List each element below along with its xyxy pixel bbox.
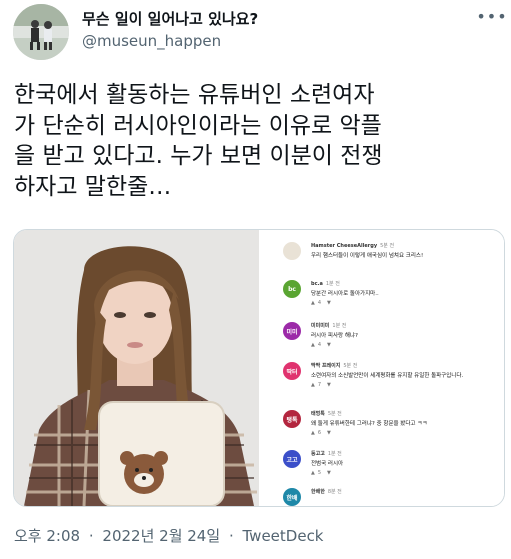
commenter-name: Hamster CheeseAllergy (311, 243, 378, 249)
comment-text: 당분간 러시아로 돌아가지마.. (311, 291, 379, 297)
like-icon: ▲ (311, 470, 315, 476)
comment-time: 8분 전 (327, 489, 342, 495)
commenter-name: 한배한 (311, 489, 325, 495)
comment-time: 1분 전 (325, 281, 340, 287)
like-icon: ▲ (311, 430, 315, 436)
like-count: 4 (317, 300, 322, 306)
commenter-name: 딱딱 프레이지 (311, 363, 341, 369)
tweet-timestamp: 오후 2:08 · 2022년 2월 24일 · TweetDeck (14, 525, 324, 546)
like-count: 4 (317, 342, 322, 348)
tweet-source-link[interactable]: TweetDeck (243, 527, 324, 545)
commenter-avatar: 탱톡 (283, 410, 301, 428)
tweet-media[interactable]: Hamster CheeseAllergy 5분 전 우리 햄스터들이 이렇게 애국… (13, 229, 505, 507)
commenter-avatar-icon (283, 242, 301, 260)
dislike-icon: ▼ (327, 430, 331, 436)
commenter-name-row: 태멍톡 5분 전 (311, 410, 342, 417)
comment-text: 전범국 러시아 (311, 461, 344, 467)
commenter-name: 둥고고 (311, 451, 325, 457)
commenter-name: 태멍톡 (311, 411, 325, 417)
commenter-name-row: bc.a 1분 전 (311, 280, 340, 287)
like-count: 5 (317, 470, 322, 476)
comment-time: 5분 전 (380, 243, 395, 249)
dislike-icon: ▼ (327, 300, 331, 306)
tweet-text: 한국에서 활동하는 유튜버인 소련여자 가 단순히 러시아인이라는 이유로 악플… (14, 80, 502, 202)
commenter-name-row: 딱딱 프레이지 5분 전 (311, 362, 357, 369)
like-icon: ▲ (311, 382, 315, 388)
media-photo (14, 230, 259, 506)
like-count: 7 (317, 382, 322, 388)
comments-screenshot: Hamster CheeseAllergy 5분 전 우리 햄스터들이 이렇게 애국… (259, 230, 504, 506)
comment-actions: ▲ 5 ▼ (311, 470, 331, 476)
comment-actions: ▲ 6 ▼ (311, 430, 331, 436)
timestamp-time[interactable]: 오후 2:08 (14, 527, 80, 545)
comment-text: 소련여자의 소신발언만이 세계평화를 유지할 유일한 돌파구입니다. (311, 373, 464, 379)
dislike-icon: ▼ (327, 470, 331, 476)
timestamp-separator: · (228, 527, 234, 545)
tweet-text-line: 한국에서 활동하는 유튜버인 소련여자 (14, 82, 375, 108)
commenter-avatar: bc (283, 280, 301, 298)
timestamp-date[interactable]: 2022년 2월 24일 (102, 527, 220, 545)
comment-time: 5분 전 (343, 363, 358, 369)
avatar-photo-icon (13, 4, 69, 60)
dislike-icon: ▼ (327, 342, 331, 348)
commenter-name-row: 둥고고 1분 전 (311, 450, 342, 457)
comment-actions: ▲ 7 ▼ (311, 382, 331, 388)
comment-text: 왜 둘게 유튜버한테 그러냐? 중 항문을 봤다고 ㅋㅋ (311, 421, 428, 427)
comment-actions: ▲ 4 ▼ (311, 342, 331, 348)
tweet-text-line: 가 단순히 러시아인이라는 이유로 악플 (14, 112, 382, 139)
like-count: 6 (317, 430, 322, 436)
commenter-name-row: Hamster CheeseAllergy 5분 전 (311, 242, 394, 249)
display-name[interactable]: 무슨 일이 일어나고 있나요? (82, 8, 258, 29)
comment-text: 우리 햄스터들이 이렇게 애국심이 넘쳐요 크리스! (311, 253, 424, 259)
comment-time: 5분 전 (327, 411, 342, 417)
tweet-text-line: 을 받고 있다고. 누가 보면 이분이 전쟁 (14, 143, 383, 169)
commenter-avatar: 미미 (283, 322, 301, 340)
commenter-avatar: 고고 (283, 450, 301, 468)
dislike-icon: ▼ (327, 382, 331, 388)
commenter-name-row: 미미미미 1분 전 (311, 322, 346, 329)
woman-portrait-icon (14, 230, 259, 506)
commenter-avatar: 딱터 (283, 362, 301, 380)
like-icon: ▲ (311, 300, 315, 306)
timestamp-separator: · (88, 527, 94, 545)
commenter-avatar: 한배 (283, 488, 301, 506)
like-icon: ▲ (311, 342, 315, 348)
tweet-text-line: 하자고 말한줄… (14, 173, 172, 200)
commenter-name: 미미미미 (311, 323, 330, 329)
user-handle[interactable]: @museun_happen (82, 32, 221, 50)
more-options-icon[interactable]: ••• (476, 6, 506, 26)
profile-avatar[interactable] (13, 4, 69, 60)
comment-time: 1분 전 (327, 451, 342, 457)
commenter-name: bc.a (311, 281, 323, 287)
tweet-card: 무슨 일이 일어나고 있나요? @museun_happen ••• 한국에서 … (0, 0, 511, 559)
commenter-name-row: 한배한 8분 전 (311, 488, 342, 495)
comment-text: 러시아 피사랑 해냐? (311, 333, 358, 339)
comment-time: 1분 전 (332, 323, 347, 329)
comment-actions: ▲ 4 ▼ (311, 300, 331, 306)
